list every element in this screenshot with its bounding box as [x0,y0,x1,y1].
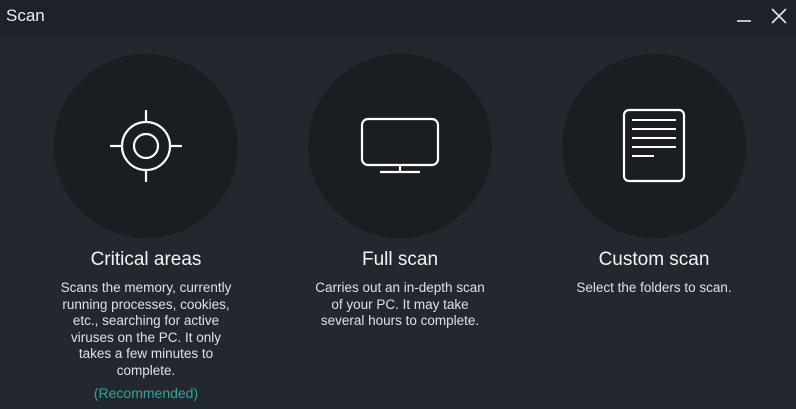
close-button[interactable] [767,4,791,28]
critical-areas-description: Scans the memory, currently running proc… [60,280,232,378]
custom-scan-option[interactable]: Custom scan Select the folders to scan. [529,54,779,297]
full-scan-option[interactable]: Full scan Carries out an in-depth scan o… [275,54,525,330]
window-title: Scan [6,6,45,25]
custom-scan-title: Custom scan [598,249,710,270]
minimize-button[interactable] [732,4,756,28]
monitor-icon [360,117,440,174]
critical-areas-option[interactable]: Critical areas Scans the memory, current… [21,54,271,401]
full-scan-title: Full scan [361,249,439,270]
document-icon [622,108,686,183]
title-bar: Scan [0,0,796,36]
close-icon [771,8,787,24]
recommended-label: (Recommended) [93,385,199,401]
full-scan-description: Carries out an in-depth scan of your PC.… [315,280,485,328]
full-scan-icon-circle[interactable] [308,54,492,238]
custom-scan-icon-circle[interactable] [562,54,746,238]
critical-areas-icon-circle[interactable] [54,54,238,238]
scan-window: Scan Critical areas Scans the memory, cu… [0,0,796,409]
critical-areas-title: Critical areas [90,249,202,270]
custom-scan-description: Select the folders to scan. [576,280,732,295]
minimize-icon [737,20,751,22]
crosshair-icon [110,110,182,182]
